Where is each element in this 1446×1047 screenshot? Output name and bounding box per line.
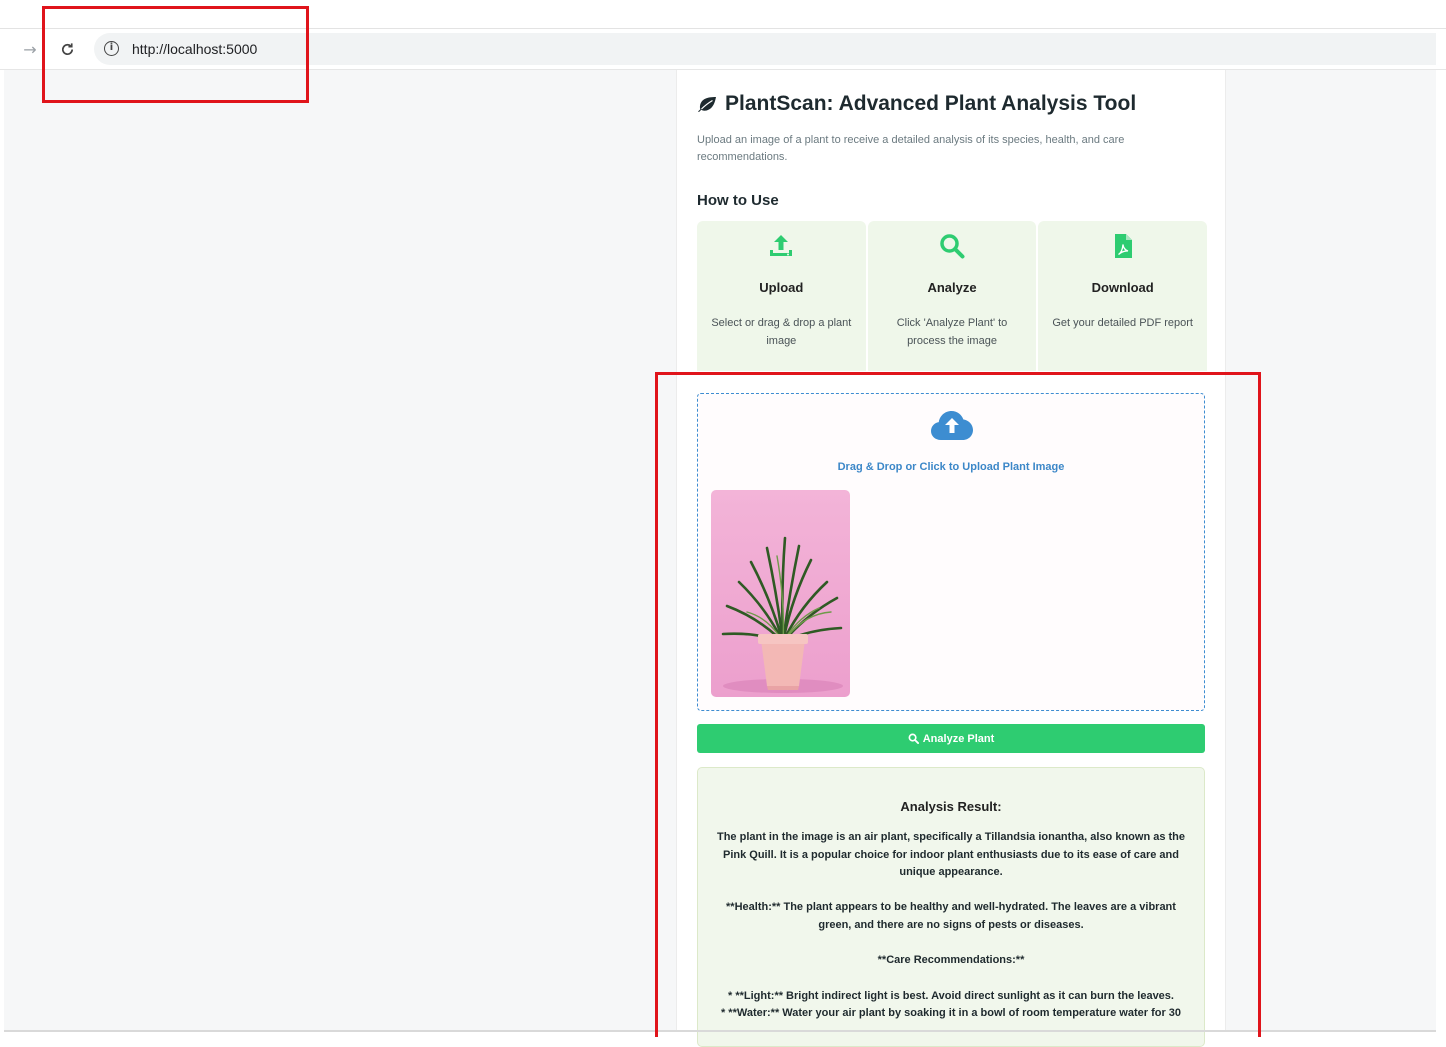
annotation-box-address-bar bbox=[42, 6, 309, 103]
step-description: Click 'Analyze Plant' to process the ima… bbox=[896, 317, 1008, 347]
leaf-icon bbox=[698, 97, 716, 112]
step-description: Get your detailed PDF report bbox=[1052, 317, 1193, 329]
upload-icon bbox=[770, 235, 793, 256]
page-subtitle: Upload an image of a plant to receive a … bbox=[697, 134, 1125, 163]
step-analyze: Analyze Click 'Analyze Plant' to process… bbox=[867, 221, 1037, 371]
search-icon bbox=[940, 234, 965, 259]
step-title: Download bbox=[1091, 280, 1154, 295]
page-title: PlantScan: Advanced Plant Analysis Tool bbox=[697, 92, 1136, 116]
step-download: Download Get your detailed PDF report bbox=[1038, 221, 1208, 371]
pdf-file-icon bbox=[1114, 234, 1132, 258]
how-to-use-heading: How to Use bbox=[697, 192, 779, 209]
page-title-text: PlantScan: Advanced Plant Analysis Tool bbox=[725, 92, 1137, 115]
step-title: Upload bbox=[759, 280, 804, 295]
step-upload: Upload Select or drag & drop a plant ima… bbox=[697, 221, 866, 371]
step-title: Analyze bbox=[927, 280, 977, 295]
how-to-steps: Upload Select or drag & drop a plant ima… bbox=[697, 221, 1208, 371]
arrow-right-icon[interactable]: → bbox=[18, 37, 42, 61]
step-description: Select or drag & drop a plant image bbox=[711, 317, 852, 347]
annotation-box-analysis bbox=[655, 372, 1261, 1037]
